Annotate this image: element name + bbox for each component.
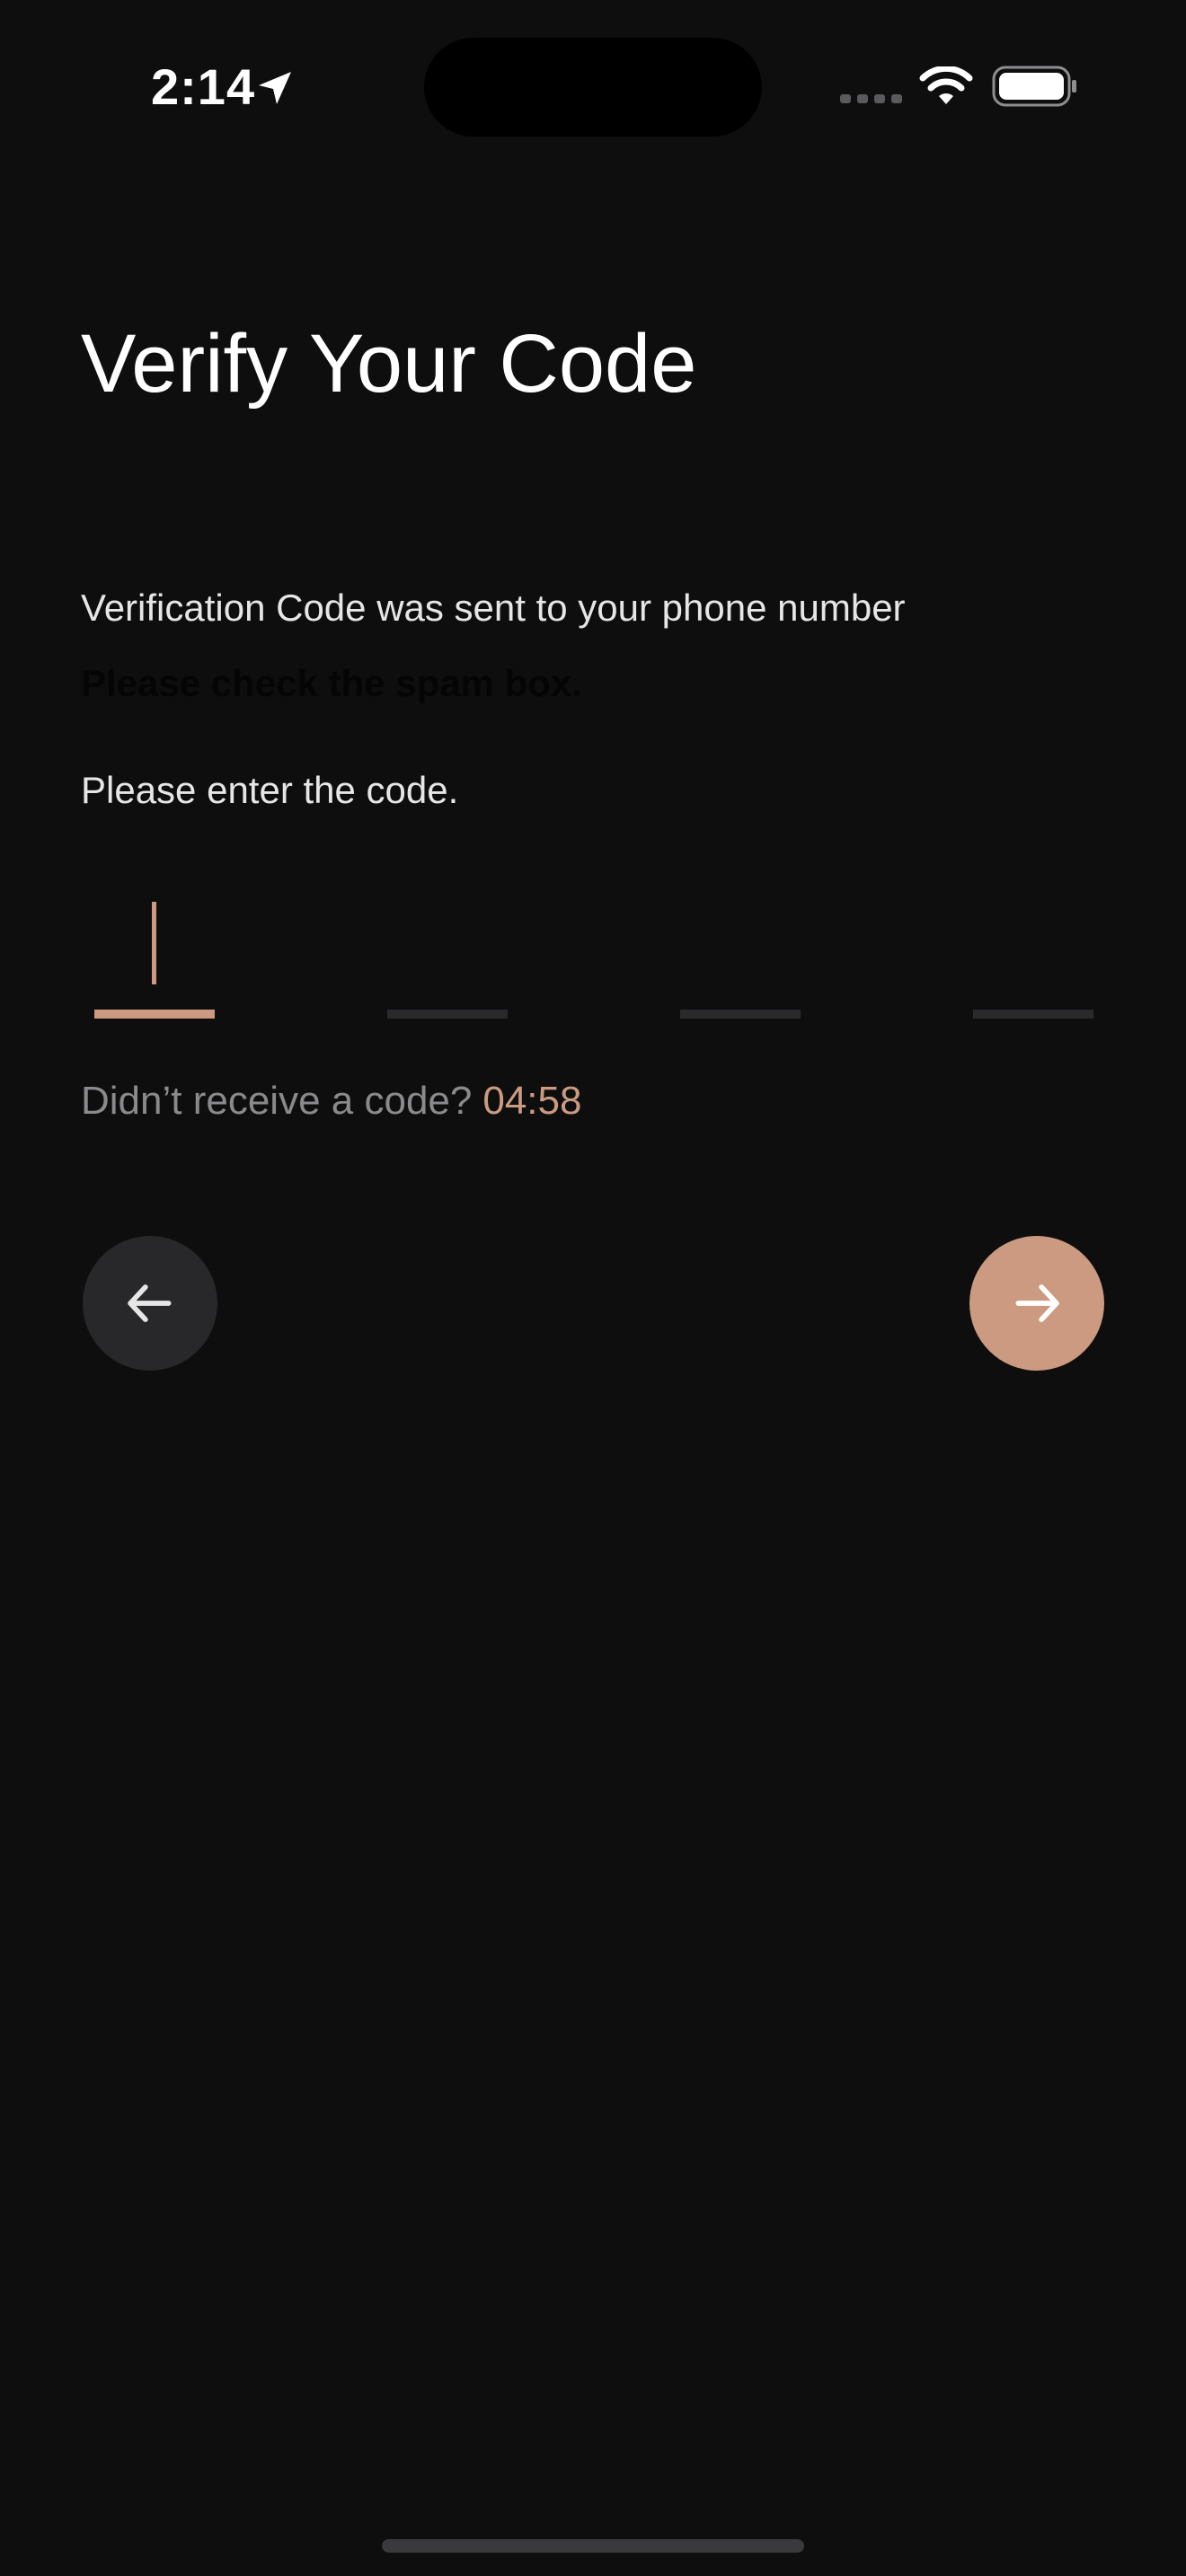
cellular-signal-icon <box>840 94 902 103</box>
spam-hint: Please check the spam box. <box>81 662 582 704</box>
code-digit-3[interactable] <box>680 889 801 1019</box>
status-time: 2:14 <box>151 58 256 115</box>
arrow-left-icon <box>128 1284 172 1322</box>
text-cursor <box>152 902 156 984</box>
wifi-icon <box>919 66 973 104</box>
home-indicator[interactable] <box>382 2539 804 2553</box>
code-digit-1[interactable] <box>94 889 215 1019</box>
code-digit-underline <box>387 1010 508 1019</box>
next-button[interactable] <box>969 1236 1104 1371</box>
resend-row: Didn’t receive a code? 04:58 <box>81 1073 581 1129</box>
back-button[interactable] <box>83 1236 217 1371</box>
location-arrow-icon <box>259 72 291 104</box>
enter-code-prompt: Please enter the code. <box>81 769 459 811</box>
code-digit-underline <box>680 1010 801 1019</box>
page-title: Verify Your Code <box>81 318 697 410</box>
arrow-right-icon <box>1015 1284 1059 1322</box>
code-digit-2[interactable] <box>387 889 508 1019</box>
sent-message: Verification Code was sent to your phone… <box>81 587 906 629</box>
resend-timer: 04:58 <box>482 1079 582 1123</box>
resend-label: Didn’t receive a code? <box>81 1079 473 1123</box>
battery-icon <box>992 66 1076 107</box>
code-digit-4[interactable] <box>973 889 1093 1019</box>
code-digit-underline <box>94 1010 215 1019</box>
dynamic-island <box>424 38 762 137</box>
code-digit-underline <box>973 1010 1093 1019</box>
